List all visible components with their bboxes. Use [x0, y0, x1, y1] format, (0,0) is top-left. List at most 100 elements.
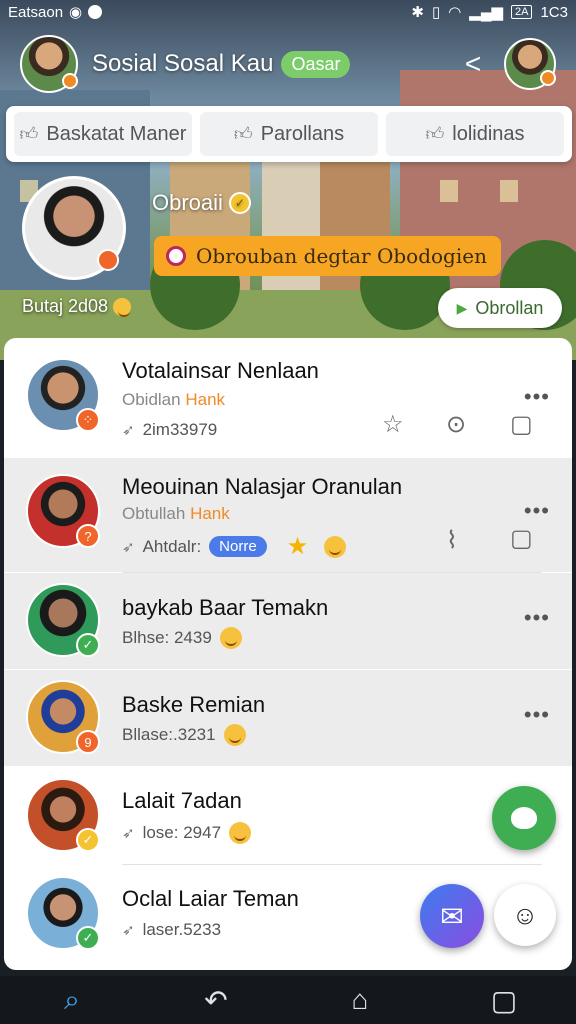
camera-badge-icon[interactable]: [97, 249, 119, 271]
send-icon: ➶: [122, 538, 135, 556]
carrier-name: Eatsaon: [8, 3, 64, 21]
status-badge: ✓: [76, 828, 100, 852]
contact-name: Lalait 7adan: [122, 788, 242, 813]
contact-subtitle: Obidlan Hank: [122, 390, 225, 410]
emoji-fab-button[interactable]: ☺: [494, 884, 556, 946]
smile-emoji-icon[interactable]: [324, 535, 347, 558]
status-badge: 9: [76, 730, 100, 754]
subtitle-prefix: Obtullah: [122, 504, 186, 523]
contact-avatar[interactable]: ⁘: [26, 358, 100, 432]
profile-banner[interactable]: Obrouban degtar Obodogien: [154, 236, 501, 276]
profile-name-text: Obroaii: [152, 190, 223, 215]
thumbs-up-icon: 👍︎: [19, 124, 39, 144]
status-badge: ✓: [76, 633, 100, 657]
search-icon[interactable]: ⌕: [48, 984, 96, 1017]
meta-text: laser.5233: [142, 920, 222, 939]
status-bar: Eatsaon ◉ ✱ ▯ ◠ ▂▄▆ 2A 1C3: [0, 0, 576, 24]
divider: [122, 864, 542, 865]
contact-meta: ➶ 2im33979: [122, 420, 217, 440]
list-item[interactable]: ✓ Lalait 7adan ➶ lose: 2947: [4, 768, 572, 866]
send-icon: ➶: [122, 422, 135, 439]
status-badge: ✓: [76, 926, 100, 950]
contact-meta: ➶ lose: 2947: [122, 822, 252, 844]
smile-emoji-icon: [229, 822, 252, 844]
contact-meta: ➶ Ahtdalr: Norre ★: [122, 532, 347, 561]
vibrate-icon: ▯: [431, 4, 441, 21]
status-badge: [540, 70, 556, 86]
bookmark-icon[interactable]: ▢: [510, 524, 533, 553]
user-avatar[interactable]: [20, 35, 78, 93]
contact-avatar[interactable]: ?: [26, 474, 100, 548]
smile-emoji-icon: [219, 627, 242, 649]
thumbs-up-icon: 👍︎: [425, 124, 445, 144]
more-options-icon[interactable]: •••: [524, 498, 550, 524]
list-item[interactable]: ✓ baykab Baar Temakn Blhse: 2439 •••: [4, 573, 572, 669]
robot-icon: [511, 807, 537, 829]
meta-text: Bllase:.3231: [122, 725, 216, 744]
subtitle-prefix: Obidlan: [122, 390, 181, 409]
profile-stat-text: Butaj 2d08: [22, 296, 109, 316]
meta-text: Ahtdalr:: [142, 536, 202, 556]
app-header: Sosial Sosal Kau Oasar <: [0, 32, 576, 96]
bookmark-icon[interactable]: ▢: [510, 410, 533, 439]
header-chip[interactable]: Oasar: [281, 50, 351, 78]
contact-name: Oclal Laiar Teman: [122, 886, 299, 911]
chat-bubble-icon: ✉: [440, 900, 464, 932]
back-icon[interactable]: ↶: [192, 984, 240, 1017]
signal-icon: ▂▄▆: [469, 4, 503, 21]
contact-meta: ➶ laser.5233: [122, 920, 221, 940]
contact-meta: Blhse: 2439: [122, 627, 242, 649]
contact-avatar[interactable]: ✓: [26, 778, 100, 852]
more-options-icon[interactable]: •••: [524, 702, 550, 728]
list-item[interactable]: ⁘ Votalainsar Nenlaan Obidlan Hank ➶ 2im…: [4, 338, 572, 458]
contact-name: Meouinan Nalasjar Oranulan: [122, 474, 403, 499]
tab-parollans[interactable]: 👍︎ Parollans: [200, 112, 378, 156]
home-icon[interactable]: ⌂: [336, 984, 384, 1016]
share-icon[interactable]: <: [456, 47, 490, 81]
send-icon: ▶: [456, 299, 468, 316]
tab-baskatat[interactable]: 👍︎ Baskatat Maner: [14, 112, 192, 156]
tab-label: lolidinas: [452, 122, 525, 145]
profile-avatar[interactable]: [22, 176, 126, 280]
recents-icon[interactable]: ▢: [480, 984, 528, 1017]
list-item[interactable]: ? Meouinan Nalasjar Oranulan Obtullah Ha…: [4, 458, 572, 572]
send-icon: ➶: [122, 922, 135, 939]
contact-list: ⁘ Votalainsar Nenlaan Obidlan Hank ➶ 2im…: [4, 338, 572, 970]
chat-button[interactable]: ▶ Obrollan: [438, 288, 562, 328]
star-icon[interactable]: ☆: [382, 410, 404, 439]
star-filled-icon[interactable]: ★: [287, 532, 309, 561]
contact-avatar[interactable]: 9: [26, 680, 100, 754]
status-badge: ⁘: [76, 408, 100, 432]
contact-avatar[interactable]: ✓: [26, 583, 100, 657]
recording-icon: ◉: [69, 4, 83, 21]
bot-fab-button[interactable]: [492, 786, 556, 850]
location-pin-icon[interactable]: ⊙: [446, 410, 466, 439]
send-icon: ➶: [122, 825, 135, 842]
more-options-icon[interactable]: •••: [524, 605, 550, 631]
tab-label: Parollans: [260, 122, 345, 145]
navigation-bar: ⌕ ↶ ⌂ ▢: [0, 976, 576, 1024]
contact-avatar[interactable]: ✓: [26, 876, 100, 950]
smile-emoji-icon: [223, 724, 246, 746]
contact-subtitle: Obtullah Hank: [122, 504, 230, 524]
tag-pill[interactable]: Norre: [209, 536, 267, 557]
bluetooth-icon: ✱: [411, 4, 424, 21]
notification-dot-icon: [88, 5, 103, 19]
list-item[interactable]: ✓ Oclal Laiar Teman ➶ laser.5233: [4, 866, 572, 970]
friend-avatar[interactable]: [504, 38, 556, 90]
battery-icon: 2A: [511, 5, 533, 19]
meta-text: 2im33979: [142, 420, 218, 439]
smile-emoji-icon: [113, 298, 132, 318]
status-badge: ?: [76, 524, 100, 548]
contact-meta: Bllase:.3231: [122, 724, 246, 746]
list-item[interactable]: 9 Baske Remian Bllase:.3231 •••: [4, 670, 572, 766]
status-badge: [62, 73, 78, 89]
paperclip-icon[interactable]: ⌇: [446, 526, 458, 555]
messenger-fab-button[interactable]: ✉: [420, 884, 484, 948]
profile-stat: Butaj 2d08: [22, 296, 132, 318]
chat-button-label: Obrollan: [475, 297, 544, 318]
coin-icon: ✓: [228, 192, 251, 214]
more-options-icon[interactable]: •••: [524, 384, 550, 410]
tab-lolidinas[interactable]: 👍︎ lolidinas: [386, 112, 564, 156]
profile-name: Obroaii ✓: [152, 190, 251, 216]
